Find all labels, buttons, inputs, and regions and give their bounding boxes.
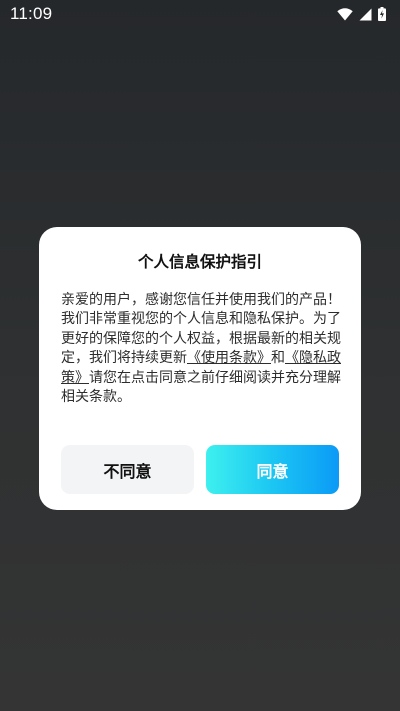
status-time: 11:09	[10, 4, 53, 23]
terms-of-use-link[interactable]: 《使用条款》	[187, 350, 271, 366]
status-bar: 11:09	[0, 0, 400, 28]
status-icons	[337, 7, 386, 21]
dialog-title: 个人信息保护指引	[137, 253, 262, 271]
body-outro: 请您在点击同意之前仔细阅读并充分理解相关条款。	[61, 369, 341, 406]
wifi-icon	[337, 7, 353, 21]
decline-button[interactable]: 不同意	[61, 445, 194, 494]
agree-button[interactable]: 同意	[206, 445, 339, 494]
battery-charging-icon	[378, 7, 386, 21]
signal-icon	[359, 8, 372, 21]
body-connector: 和	[271, 350, 285, 367]
privacy-dialog: 个人信息保护指引 亲爱的用户，感谢您信任并使用我们的产品！我们非常重视您的个人信…	[39, 227, 361, 510]
dialog-body: 亲爱的用户，感谢您信任并使用我们的产品！我们非常重视您的个人信息和隐私保护。为了…	[61, 291, 353, 407]
